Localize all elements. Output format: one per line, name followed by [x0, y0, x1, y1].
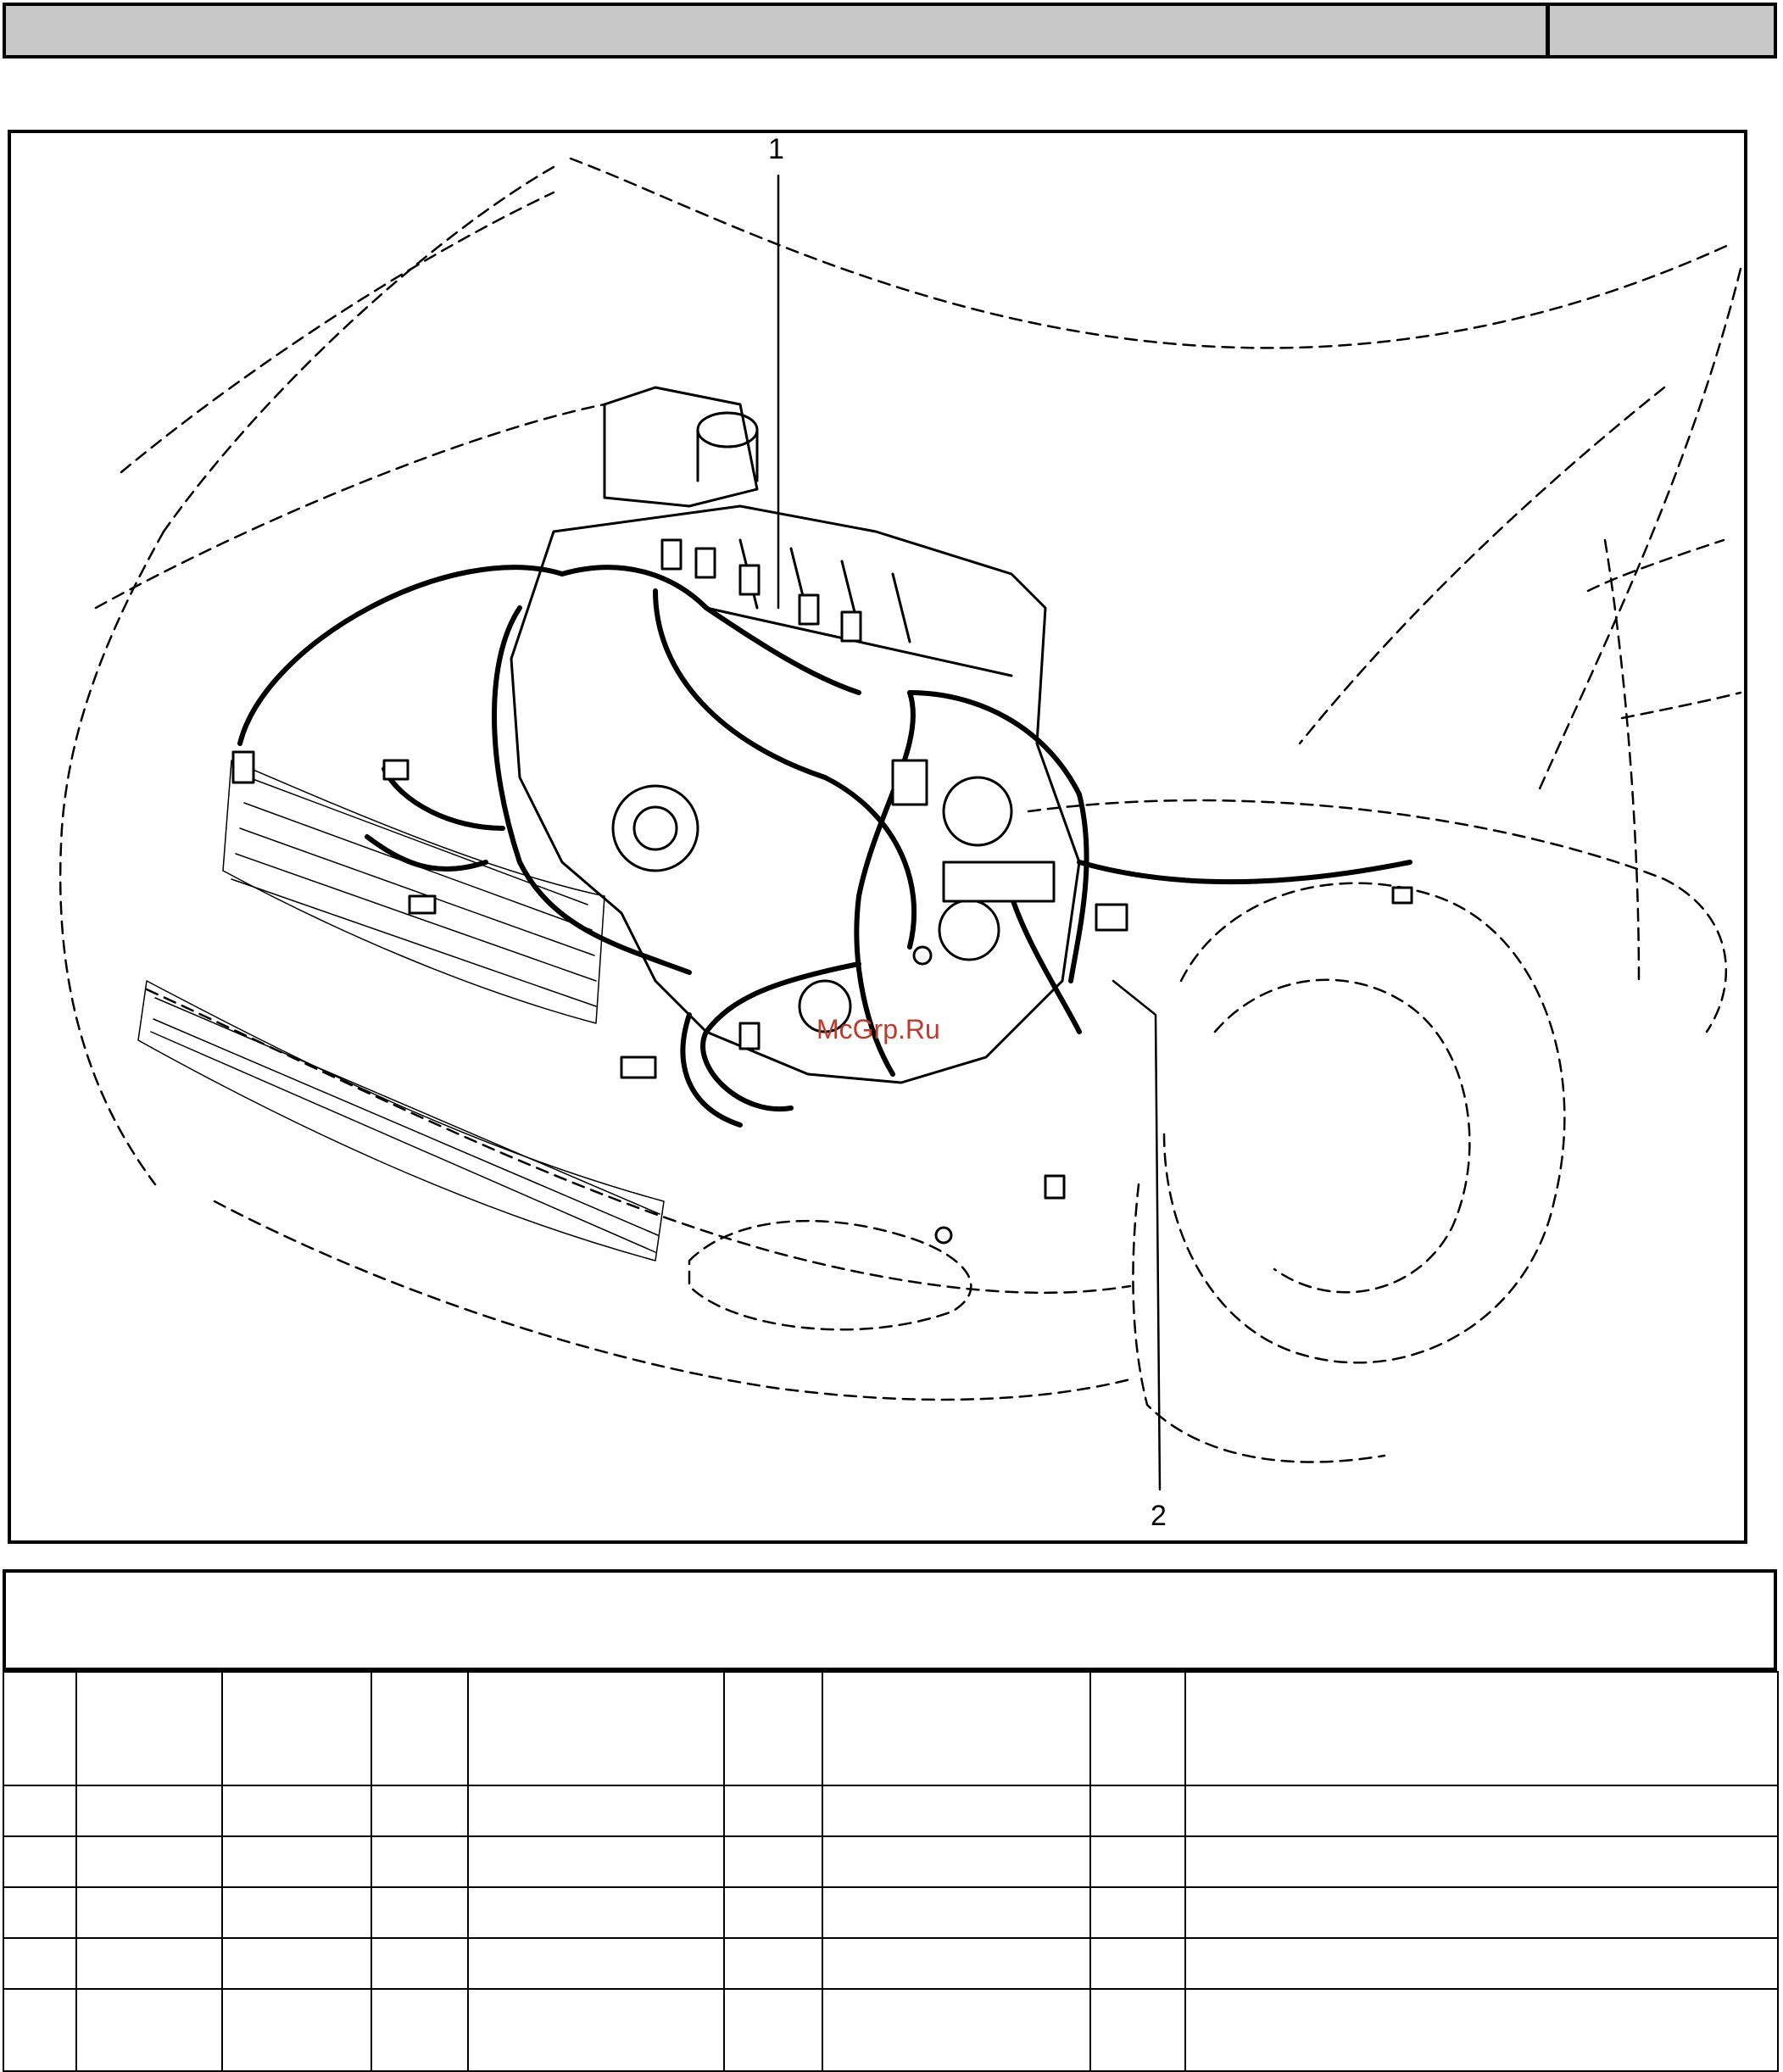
table-cell: [822, 1886, 1091, 1939]
table-cell: [3, 1835, 77, 1888]
table-cell: [3, 1671, 77, 1786]
table-cell: [221, 1937, 372, 1990]
table-cell: [1089, 1886, 1186, 1939]
table-cell: [371, 1671, 469, 1786]
table-cell: [467, 1785, 725, 1837]
table-cell: [371, 1937, 469, 1990]
table-cell: [723, 1886, 823, 1939]
parts-table: [3, 1671, 1779, 2072]
table-cell: [822, 1671, 1091, 1786]
table-cell: [371, 1785, 469, 1837]
caption-box: [3, 1569, 1777, 1671]
table-cell: [822, 1937, 1091, 1990]
table-cell: [723, 1937, 823, 1990]
table-cell: [75, 1785, 223, 1837]
header-bar: [3, 3, 1777, 58]
table-cell: [1089, 1835, 1186, 1888]
table-cell: [3, 1988, 77, 2072]
table-cell: [467, 1886, 725, 1939]
table-header-row: [3, 1671, 1779, 1786]
header-divider: [1546, 6, 1550, 55]
table-cell: [822, 1988, 1091, 2072]
watermark: McGrp.Ru: [816, 1014, 940, 1044]
table-cell: [822, 1785, 1091, 1837]
table-cell: [221, 1785, 372, 1837]
figure-frame: 1 2 McGrp.Ru: [8, 130, 1747, 1544]
table-cell: [371, 1886, 469, 1939]
table-cell: [1089, 1988, 1186, 2072]
table-cell: [3, 1937, 77, 1990]
table-cell: [75, 1671, 223, 1786]
vehicle-body-outline: [59, 157, 1742, 1463]
table-cell: [3, 1886, 77, 1939]
table-cell: [221, 1886, 372, 1939]
table-cell: [467, 1835, 725, 1888]
table-row: [3, 1785, 1779, 1837]
table-cell: [1184, 1671, 1779, 1786]
table-cell: [75, 1886, 223, 1939]
table-cell: [1184, 1785, 1779, 1837]
table-cell: [822, 1835, 1091, 1888]
table-cell: [723, 1835, 823, 1888]
table-cell: [1089, 1937, 1186, 1990]
table-cell: [75, 1835, 223, 1888]
table-cell: [221, 1988, 372, 2072]
table-cell: [75, 1937, 223, 1990]
callout-2-label: 2: [1151, 1500, 1167, 1532]
table-cell: [3, 1785, 77, 1837]
callout-1-label: 1: [768, 133, 784, 165]
table-cell: [75, 1988, 223, 2072]
table-cell: [1089, 1785, 1186, 1837]
table-cell: [1184, 1886, 1779, 1939]
table-cell: [723, 1671, 823, 1786]
grille-hatch: [137, 760, 665, 1262]
table-cell: [221, 1671, 372, 1786]
table-cell: [1184, 1937, 1779, 1990]
table-cell: [723, 1785, 823, 1837]
harness-connectors: [231, 538, 1413, 1245]
table-cell: [1184, 1835, 1779, 1888]
table-row: [3, 1937, 1779, 1990]
table-cell: [467, 1671, 725, 1786]
table-row: [3, 1886, 1779, 1939]
table-cell: [371, 1835, 469, 1888]
engine-harness-drawing: [59, 157, 1742, 1491]
table-cell: [723, 1988, 823, 2072]
table-row: [3, 1988, 1779, 2072]
table-cell: [1089, 1671, 1186, 1786]
table-cell: [221, 1835, 372, 1888]
table-cell: [371, 1988, 469, 2072]
table-cell: [1184, 1988, 1779, 2072]
table-cell: [467, 1988, 725, 2072]
table-row: [3, 1835, 1779, 1888]
table-cell: [467, 1937, 725, 1990]
